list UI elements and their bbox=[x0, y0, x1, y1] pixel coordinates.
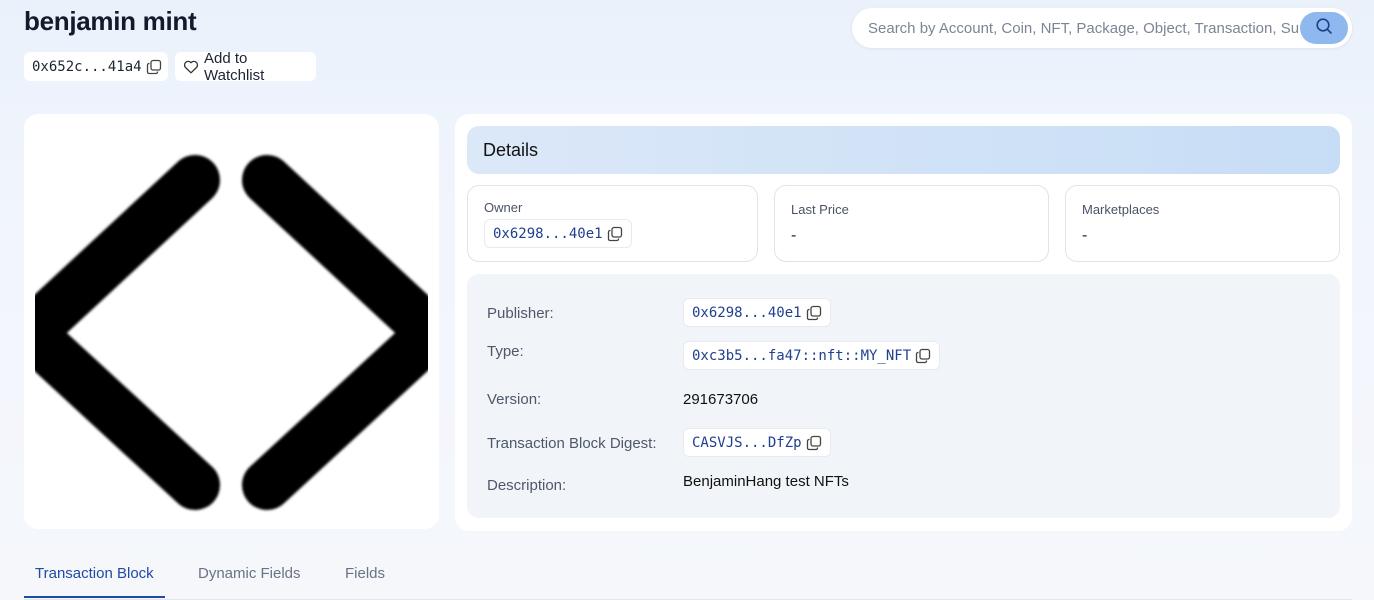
search-icon bbox=[1315, 17, 1333, 40]
copy-icon[interactable] bbox=[806, 435, 822, 451]
heart-icon bbox=[183, 59, 199, 75]
type-link[interactable]: 0xc3b5...fa47::nft::MY_NFT bbox=[683, 341, 941, 370]
tab-fields[interactable]: Fields bbox=[334, 560, 396, 598]
owner-address: 0x6298...40e1 bbox=[493, 225, 603, 242]
owner-address-link[interactable]: 0x6298...40e1 bbox=[484, 219, 632, 248]
last-price-card: Last Price - bbox=[774, 185, 1049, 262]
watchlist-label: Add to Watchlist bbox=[204, 49, 265, 84]
tab-transaction-block[interactable]: Transaction Block bbox=[24, 560, 165, 598]
tab-bar: Transaction Block Dynamic Fields Fields bbox=[24, 560, 1352, 600]
nft-image-card bbox=[24, 114, 439, 529]
publisher-link[interactable]: 0x6298...40e1 bbox=[683, 298, 831, 327]
details-header: Details bbox=[467, 126, 1340, 174]
digest-link[interactable]: CASVJS...DfZp bbox=[683, 428, 831, 457]
copy-icon[interactable] bbox=[146, 59, 162, 75]
owner-label: Owner bbox=[484, 200, 523, 215]
marketplaces-value: - bbox=[1082, 227, 1088, 244]
search-button[interactable] bbox=[1300, 12, 1348, 44]
details-panel: Details Owner 0x6298...40e1 Last Price -… bbox=[455, 114, 1352, 531]
publisher-address: 0x6298...40e1 bbox=[692, 304, 802, 321]
object-address-chip[interactable]: 0x652c...41a4 bbox=[24, 52, 168, 81]
nft-image bbox=[35, 155, 428, 510]
description-label: Description: bbox=[487, 477, 567, 494]
version-value: 291673706 bbox=[683, 391, 759, 408]
copy-icon[interactable] bbox=[915, 348, 931, 364]
digest-label: Transaction Block Digest: bbox=[487, 435, 657, 452]
object-info-panel: Publisher: 0x6298...40e1 Type: 0xc3b5...… bbox=[467, 274, 1340, 518]
publisher-label: Publisher: bbox=[487, 305, 554, 322]
last-price-label: Last Price bbox=[791, 202, 849, 217]
tab-dynamic-fields[interactable]: Dynamic Fields bbox=[187, 560, 312, 598]
digest-value: CASVJS...DfZp bbox=[692, 434, 802, 451]
version-label: Version: bbox=[487, 391, 542, 408]
type-value: 0xc3b5...fa47::nft::MY_NFT bbox=[692, 347, 912, 364]
marketplaces-label: Marketplaces bbox=[1082, 202, 1160, 217]
copy-icon[interactable] bbox=[806, 305, 822, 321]
type-label: Type: bbox=[487, 343, 524, 360]
owner-card: Owner 0x6298...40e1 bbox=[467, 185, 758, 262]
marketplaces-card: Marketplaces - bbox=[1065, 185, 1340, 262]
copy-icon[interactable] bbox=[607, 226, 623, 242]
object-address: 0x652c...41a4 bbox=[32, 58, 142, 75]
add-to-watchlist-button[interactable]: Add to Watchlist bbox=[175, 49, 316, 84]
search-bar bbox=[852, 8, 1352, 48]
page-title: benjamin mint bbox=[24, 6, 197, 36]
last-price-value: - bbox=[791, 227, 797, 244]
search-input[interactable] bbox=[852, 8, 1300, 48]
description-value: BenjaminHang test NFTs bbox=[683, 473, 849, 490]
